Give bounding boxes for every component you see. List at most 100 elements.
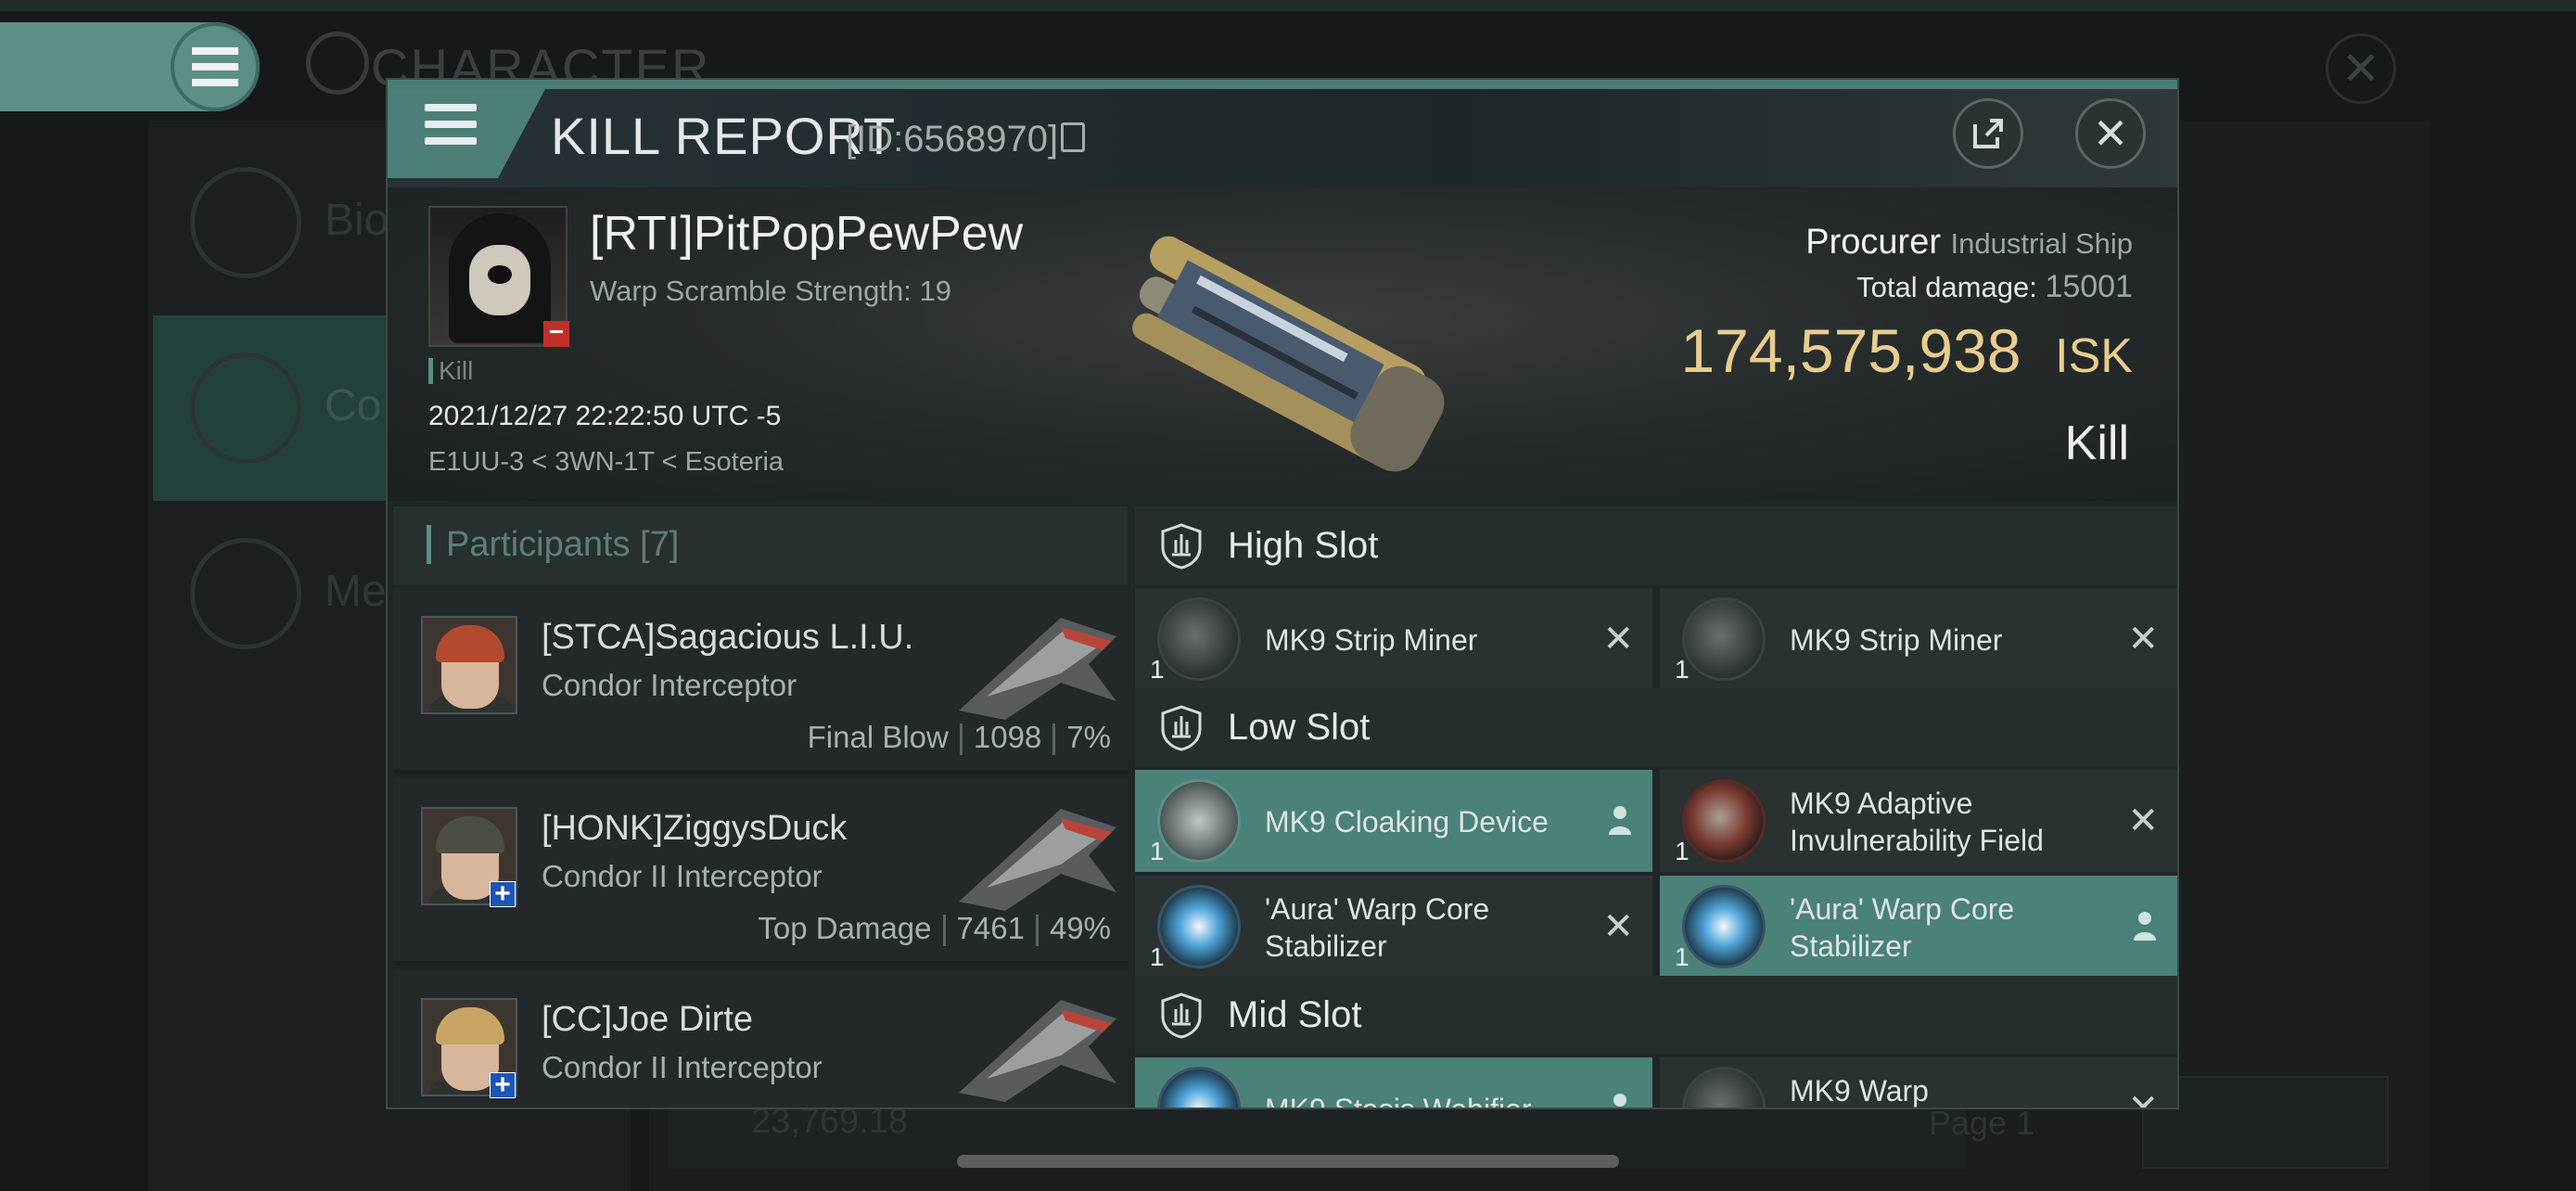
- shield-icon: [1161, 705, 1202, 751]
- friendly-badge: +: [490, 1071, 516, 1099]
- copy-icon[interactable]: [1061, 122, 1085, 152]
- crossed-swords-icon: [190, 352, 301, 464]
- destroyed-icon: ✕: [2127, 619, 2159, 660]
- participants-header: Participants [7]: [393, 506, 1128, 584]
- kill-result: Kill: [2064, 416, 2129, 470]
- report-id: [ID:6568970]: [846, 119, 1059, 160]
- kill-tag: Kill: [428, 358, 473, 384]
- portrait-eye: [488, 265, 512, 284]
- sidebar-item-label: Me: [325, 567, 387, 616]
- panel-title: KILL REPORT: [551, 107, 897, 165]
- participants-count: [7]: [640, 525, 680, 564]
- module-item[interactable]: 1 'Aura' Warp Core Stabilizer ✕: [1135, 876, 1652, 978]
- participant-ship-image: [959, 618, 1116, 720]
- module-name: 'Aura' Warp Core Stabilizer: [1265, 892, 1490, 963]
- dropped-person-icon: [1613, 1094, 1626, 1107]
- character-icon: [306, 32, 369, 95]
- warp-scramble-strength: Warp Scramble Strength: 19: [590, 275, 951, 307]
- module-item[interactable]: 1 MK9 Warp ✕: [1660, 1057, 2177, 1109]
- participant-name: [STCA]Sagacious L.I.U.: [542, 618, 914, 657]
- module-quantity: 1: [1150, 655, 1165, 684]
- external-link-icon: [1973, 119, 2003, 148]
- module-quantity: 1: [1150, 837, 1165, 865]
- module-quantity: 1: [1675, 655, 1690, 684]
- participant-row[interactable]: [STCA]Sagacious L.I.U. Condor Intercepto…: [393, 588, 1128, 774]
- participants-list[interactable]: Participants [7] [STCA]Sagacious L.I.U. …: [393, 506, 1128, 1108]
- destroyed-icon: ✕: [1602, 906, 1634, 947]
- top-edge: [0, 0, 2576, 11]
- ship-name: Procurer: [1805, 223, 1941, 262]
- strip-miner-icon: [1157, 597, 1241, 681]
- menu-icon: [192, 47, 238, 86]
- destroyed-icon: ✕: [1602, 619, 1634, 660]
- participant-row[interactable]: + [HONK]ZiggysDuck Condor II Interceptor…: [393, 779, 1128, 965]
- total-damage-value: 15001: [2045, 269, 2133, 304]
- destroyed-icon: ✕: [2127, 1088, 2159, 1109]
- destroyed-icon: ✕: [2127, 800, 2159, 841]
- mid-slot-header: Mid Slot: [1135, 976, 2177, 1054]
- participant-ship: Condor II Interceptor: [542, 859, 823, 893]
- warp-core-stabilizer-icon: [1157, 885, 1241, 968]
- portrait-hair: [436, 1007, 504, 1044]
- close-button[interactable]: ✕: [2075, 98, 2146, 169]
- total-damage: Total damage: 15001: [1856, 269, 2133, 305]
- participant-ship-image: [959, 809, 1116, 911]
- module-item[interactable]: 1 MK9 Stasis Webifier: [1135, 1057, 1652, 1109]
- portrait-cap: [436, 816, 504, 853]
- warp-module-icon: [1682, 1067, 1766, 1108]
- share-button[interactable]: [1953, 98, 2023, 169]
- module-item[interactable]: 1 MK9 Strip Miner ✕: [1660, 588, 2177, 690]
- module-name: MK9 Stasis Webifier: [1265, 1093, 1532, 1109]
- stasis-webifier-icon: [1157, 1067, 1241, 1108]
- fitting-list[interactable]: High Slot 1 MK9 Strip Miner ✕ 1 MK9 Stri…: [1135, 506, 2177, 1109]
- sidebar-item-label: Bio: [325, 196, 389, 245]
- home-indicator[interactable]: [957, 1155, 1619, 1168]
- total-damage-label: Total damage:: [1856, 271, 2037, 303]
- page-indicator: Page 1: [1929, 1104, 2035, 1142]
- invulnerability-field-icon: [1682, 779, 1766, 863]
- cloaking-device-icon: [1157, 779, 1241, 863]
- module-name: MK9 Strip Miner: [1265, 623, 1478, 657]
- shield-icon: [1161, 992, 1202, 1039]
- module-name: MK9 Adaptive Invulnerability Field: [1790, 787, 2044, 857]
- panel-accent-bar: [388, 80, 2177, 89]
- strip-miner-icon: [1682, 597, 1766, 681]
- victim-ship-image: [1132, 236, 1445, 472]
- star-shield-icon: [190, 538, 301, 649]
- hostile-badge: −: [543, 319, 569, 347]
- stat-label: Final Blow: [807, 720, 949, 754]
- low-slot-header: Low Slot: [1135, 688, 2177, 766]
- close-icon: ✕: [2341, 43, 2380, 95]
- background-close-button[interactable]: ✕: [2326, 33, 2396, 104]
- participant-name: [CC]Joe Dirte: [542, 1000, 754, 1039]
- dropped-person-icon: [2134, 912, 2156, 941]
- shield-icon: [1161, 523, 1202, 570]
- isk-unit: ISK: [2055, 329, 2133, 383]
- kill-report-panel: KILL REPORT [ID:6568970] ✕ − [RTI]PitPop…: [386, 78, 2179, 1109]
- module-name: 'Aura' Warp Core Stabilizer: [1790, 892, 2015, 963]
- stat-label: Top Damage: [758, 911, 932, 945]
- participant-row[interactable]: + [CC]Joe Dirte Condor II Interceptor: [393, 970, 1128, 1108]
- module-item[interactable]: 1 MK9 Strip Miner ✕: [1135, 588, 1652, 690]
- isk-value: 174,575,938 ISK: [1680, 315, 2133, 386]
- portrait-hair: [436, 625, 504, 662]
- module-item[interactable]: 1 'Aura' Warp Core Stabilizer: [1660, 876, 2177, 978]
- module-quantity: 1: [1675, 837, 1690, 865]
- menu-icon[interactable]: [425, 104, 477, 145]
- participant-damage: 7461: [956, 911, 1025, 945]
- kill-datetime: 2021/12/27 22:22:50 UTC -5: [428, 401, 782, 431]
- slot-title: Low Slot: [1228, 707, 1371, 748]
- module-name: MK9 Strip Miner: [1790, 623, 2003, 657]
- sidebar-item-label: Co: [325, 381, 382, 430]
- menu-icon: [190, 167, 301, 278]
- module-item[interactable]: 1 MK9 Cloaking Device: [1135, 770, 1652, 872]
- participant-stats: Final Blow 1098 7%: [807, 720, 1111, 756]
- dropped-person-icon: [1609, 806, 1631, 835]
- module-item[interactable]: 1 MK9 Adaptive Invulnerability Field ✕: [1660, 770, 2177, 872]
- module-quantity: 1: [1150, 942, 1165, 971]
- slot-title: Mid Slot: [1228, 994, 1362, 1035]
- victim-name: [RTI]PitPopPewPew: [590, 207, 1024, 261]
- participants-label: Participants: [446, 525, 631, 564]
- main-menu-button[interactable]: [171, 22, 260, 111]
- participant-ship-image: [959, 1000, 1116, 1102]
